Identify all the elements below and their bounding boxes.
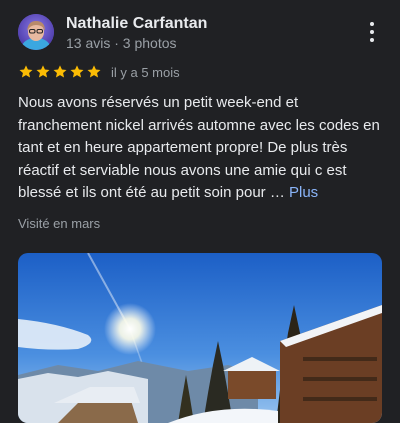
review-body: Nous avons réservés un petit week-end et… xyxy=(18,94,380,201)
review-header: Nathalie Carfantan 13 avis · 3 photos xyxy=(18,14,382,54)
star-icon xyxy=(53,65,67,78)
avatar-image xyxy=(18,14,54,50)
photo-image xyxy=(18,253,382,423)
author-name[interactable]: Nathalie Carfantan xyxy=(66,14,207,34)
star-icon xyxy=(19,65,33,78)
more-options-button[interactable] xyxy=(364,20,380,44)
review-card: Nathalie Carfantan 13 avis · 3 photos il… xyxy=(0,0,400,423)
more-vert-icon-dot xyxy=(370,38,374,42)
review-time: il y a 5 mois xyxy=(111,64,180,80)
author-meta: 13 avis · 3 photos xyxy=(66,35,177,51)
more-vert-icon xyxy=(370,22,374,26)
star-icon xyxy=(36,65,50,78)
review-text: Nous avons réservés un petit week-end et… xyxy=(18,92,380,205)
rating-row: il y a 5 mois xyxy=(18,62,180,82)
more-vert-icon-dot xyxy=(370,30,374,34)
star-icon xyxy=(70,65,84,78)
visited-date: Visité en mars xyxy=(18,216,101,231)
star-rating xyxy=(18,64,102,80)
avatar[interactable] xyxy=(18,14,54,50)
review-photo[interactable] xyxy=(18,253,382,423)
more-link[interactable]: Plus xyxy=(289,184,318,201)
star-icon xyxy=(87,65,101,78)
